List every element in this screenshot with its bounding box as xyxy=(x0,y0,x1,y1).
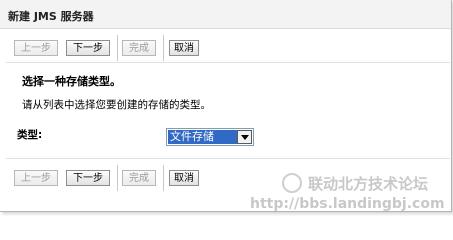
section-description: 请从列表中选择您要创建的存储的类型。 xyxy=(22,99,211,111)
cancel-button[interactable]: 取消 xyxy=(169,40,199,56)
title-bar: 新建 JMS 服务器 xyxy=(0,0,451,29)
back-button-bottom[interactable]: 上一步 xyxy=(14,170,58,186)
watermark-brand: 联动北方技术论坛 xyxy=(308,175,429,193)
divider xyxy=(6,62,450,63)
page-title: 新建 JMS 服务器 xyxy=(8,10,94,23)
cancel-button-bottom[interactable]: 取消 xyxy=(169,170,199,186)
toolbar-separator xyxy=(163,35,164,61)
finish-button-bottom[interactable]: 完成 xyxy=(122,170,156,186)
toolbar-separator xyxy=(117,165,118,191)
next-button-bottom[interactable]: 下一步 xyxy=(66,170,110,186)
type-label: 类型: xyxy=(17,129,43,141)
back-button[interactable]: 上一步 xyxy=(14,40,58,56)
next-button[interactable]: 下一步 xyxy=(66,40,110,56)
toolbar-separator xyxy=(163,165,164,191)
finish-button[interactable]: 完成 xyxy=(122,40,156,56)
divider xyxy=(6,158,450,159)
chevron-down-icon[interactable] xyxy=(237,130,252,144)
section-heading: 选择一种存储类型。 xyxy=(22,75,121,88)
watermark-url: http://bbs.landingbj.com xyxy=(250,196,445,212)
type-select-value: 文件存储 xyxy=(168,130,238,144)
type-select[interactable]: 文件存储 xyxy=(166,128,254,146)
watermark-logo-icon xyxy=(282,173,302,193)
toolbar-separator xyxy=(117,35,118,61)
